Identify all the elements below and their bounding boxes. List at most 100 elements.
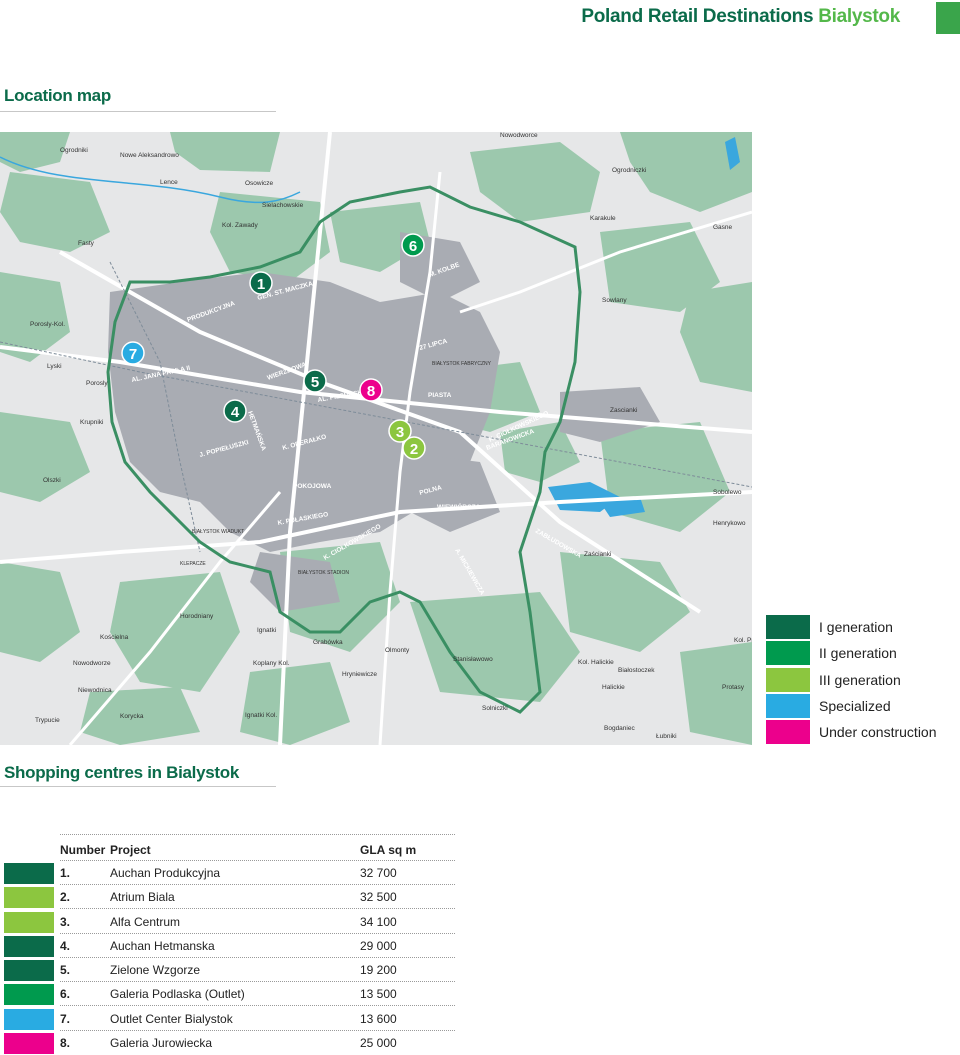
row-number: 3. (60, 915, 71, 929)
svg-text:Lence: Lence (160, 179, 178, 186)
legend-swatch (766, 667, 810, 692)
table-header: Number Project GLA sq m (60, 840, 455, 860)
shopping-centres-heading: Shopping centres in Bialystok (4, 763, 240, 782)
table-row: 1. Auchan Produkcyjna 32 700 (0, 862, 455, 884)
brand-square (936, 2, 960, 34)
row-project: Auchan Hetmanska (110, 939, 215, 953)
svg-text:KLEPACZE: KLEPACZE (180, 561, 206, 567)
row-gla: 25 000 (360, 1036, 397, 1050)
marker-8[interactable]: 8 (359, 378, 383, 402)
table-divider (60, 933, 455, 934)
svg-text:Halickie: Halickie (602, 684, 625, 691)
svg-text:Białostoczek: Białostoczek (618, 667, 655, 674)
table-row: 8. Galeria Jurowiecka 25 000 (0, 1032, 455, 1054)
title-prefix: Poland Retail Destinations (581, 6, 814, 27)
row-gla: 13 600 (360, 1012, 397, 1026)
row-gla: 34 100 (360, 915, 397, 929)
marker-4[interactable]: 4 (223, 399, 247, 423)
table-row: 5. Zielone Wzgorze 19 200 (0, 959, 455, 981)
location-map-heading: Location map (4, 86, 111, 105)
table-divider (60, 834, 455, 835)
row-color-swatch (4, 1033, 54, 1054)
legend-label: I generation (819, 619, 893, 636)
svg-text:Trypucie: Trypucie (35, 717, 60, 724)
marker-6[interactable]: 6 (401, 233, 425, 257)
svg-text:Kol. Zawady: Kol. Zawady (222, 222, 259, 229)
svg-text:Kościelna: Kościelna (100, 634, 129, 641)
header-project: Project (110, 843, 151, 857)
row-color-swatch (4, 936, 54, 957)
svg-text:Ogrodniczki: Ogrodniczki (612, 167, 646, 174)
legend-label: II generation (819, 645, 897, 662)
row-project: Atrium Biala (110, 890, 175, 904)
svg-text:6: 6 (409, 238, 417, 255)
svg-text:Porosly-Kol.: Porosly-Kol. (30, 321, 65, 328)
legend-swatch (766, 720, 810, 745)
table-row: 7. Outlet Center Bialystok 13 600 (0, 1008, 455, 1030)
marker-1[interactable]: 1 (249, 271, 273, 295)
svg-text:Nowodworce: Nowodworce (500, 132, 538, 139)
row-project: Zielone Wzgorze (110, 963, 201, 977)
table-row: 4. Auchan Hetmanska 29 000 (0, 935, 455, 957)
row-number: 6. (60, 987, 71, 1001)
svg-text:5: 5 (311, 374, 319, 391)
legend-swatch (766, 694, 810, 719)
legend-item-i-generation: I generation (766, 614, 960, 640)
row-color-swatch (4, 960, 54, 981)
legend-item-under-construction: Under construction (766, 719, 960, 745)
row-gla: 29 000 (360, 939, 397, 953)
row-gla: 32 500 (360, 890, 397, 904)
row-gla: 13 500 (360, 987, 397, 1001)
svg-text:BIAŁYSTOK STADION: BIAŁYSTOK STADION (298, 570, 349, 576)
svg-text:2: 2 (410, 441, 418, 458)
legend-swatch (766, 615, 810, 640)
svg-text:POKOJOWA: POKOJOWA (293, 483, 332, 490)
svg-text:Solniczki: Solniczki (482, 705, 508, 712)
row-number: 1. (60, 866, 71, 880)
svg-text:BIAŁYSTOK WIADUKT: BIAŁYSTOK WIADUKT (192, 529, 244, 535)
svg-text:7: 7 (129, 346, 137, 363)
title-city: Bialystok (818, 6, 900, 27)
table-divider (60, 1030, 455, 1031)
marker-5[interactable]: 5 (303, 369, 327, 393)
svg-text:BIAŁYSTOK FABRYCZNY: BIAŁYSTOK FABRYCZNY (432, 361, 492, 367)
marker-3[interactable]: 3 (388, 419, 412, 443)
table-divider (60, 981, 455, 982)
row-color-swatch (4, 912, 54, 933)
table-divider (60, 884, 455, 885)
legend-label: Specialized (819, 698, 891, 715)
svg-text:Fasty: Fasty (78, 240, 95, 247)
svg-text:Gasne: Gasne (713, 224, 733, 231)
page-title: Poland Retail Destinations Bialystok (581, 6, 900, 28)
svg-text:Niewodnica: Niewodnica (78, 687, 112, 694)
svg-text:Kol. Halickie: Kol. Halickie (578, 659, 614, 666)
svg-text:WIEWIÓRCZA: WIEWIÓRCZA (437, 502, 481, 511)
row-project: Galeria Jurowiecka (110, 1036, 213, 1050)
svg-text:Zaścianki: Zaścianki (584, 551, 611, 558)
svg-text:Olszki: Olszki (43, 477, 61, 484)
svg-text:Ignatki Kol.: Ignatki Kol. (245, 712, 277, 719)
legend-label: Under construction (819, 724, 937, 741)
heading-underline (0, 786, 276, 787)
svg-text:Ignatki: Ignatki (257, 627, 276, 634)
marker-7[interactable]: 7 (121, 341, 145, 365)
row-number: 8. (60, 1036, 71, 1050)
legend-item-ii-generation: II generation (766, 640, 960, 666)
svg-text:1: 1 (257, 276, 265, 293)
svg-text:Korycka: Korycka (120, 713, 144, 720)
location-map[interactable]: Nowodworce Ogrodniki Nowe Aleksandrowo L… (0, 132, 752, 745)
row-project: Galeria Podlaska (Outlet) (110, 987, 245, 1001)
row-project: Outlet Center Bialystok (110, 1012, 233, 1026)
svg-text:PIASTA: PIASTA (428, 392, 452, 399)
table-row: 3. Alfa Centrum 34 100 (0, 911, 455, 933)
table-divider (60, 1005, 455, 1006)
svg-text:Henrykowo: Henrykowo (713, 520, 746, 527)
svg-text:Sobolewo: Sobolewo (713, 489, 742, 496)
svg-text:Koplany Kol.: Koplany Kol. (253, 660, 290, 667)
header-number: Number (60, 843, 106, 857)
table-divider (60, 908, 455, 909)
row-number: 5. (60, 963, 71, 977)
row-color-swatch (4, 887, 54, 908)
legend-item-specialized: Specialized (766, 693, 960, 719)
table-row: 2. Atrium Biala 32 500 (0, 886, 455, 908)
